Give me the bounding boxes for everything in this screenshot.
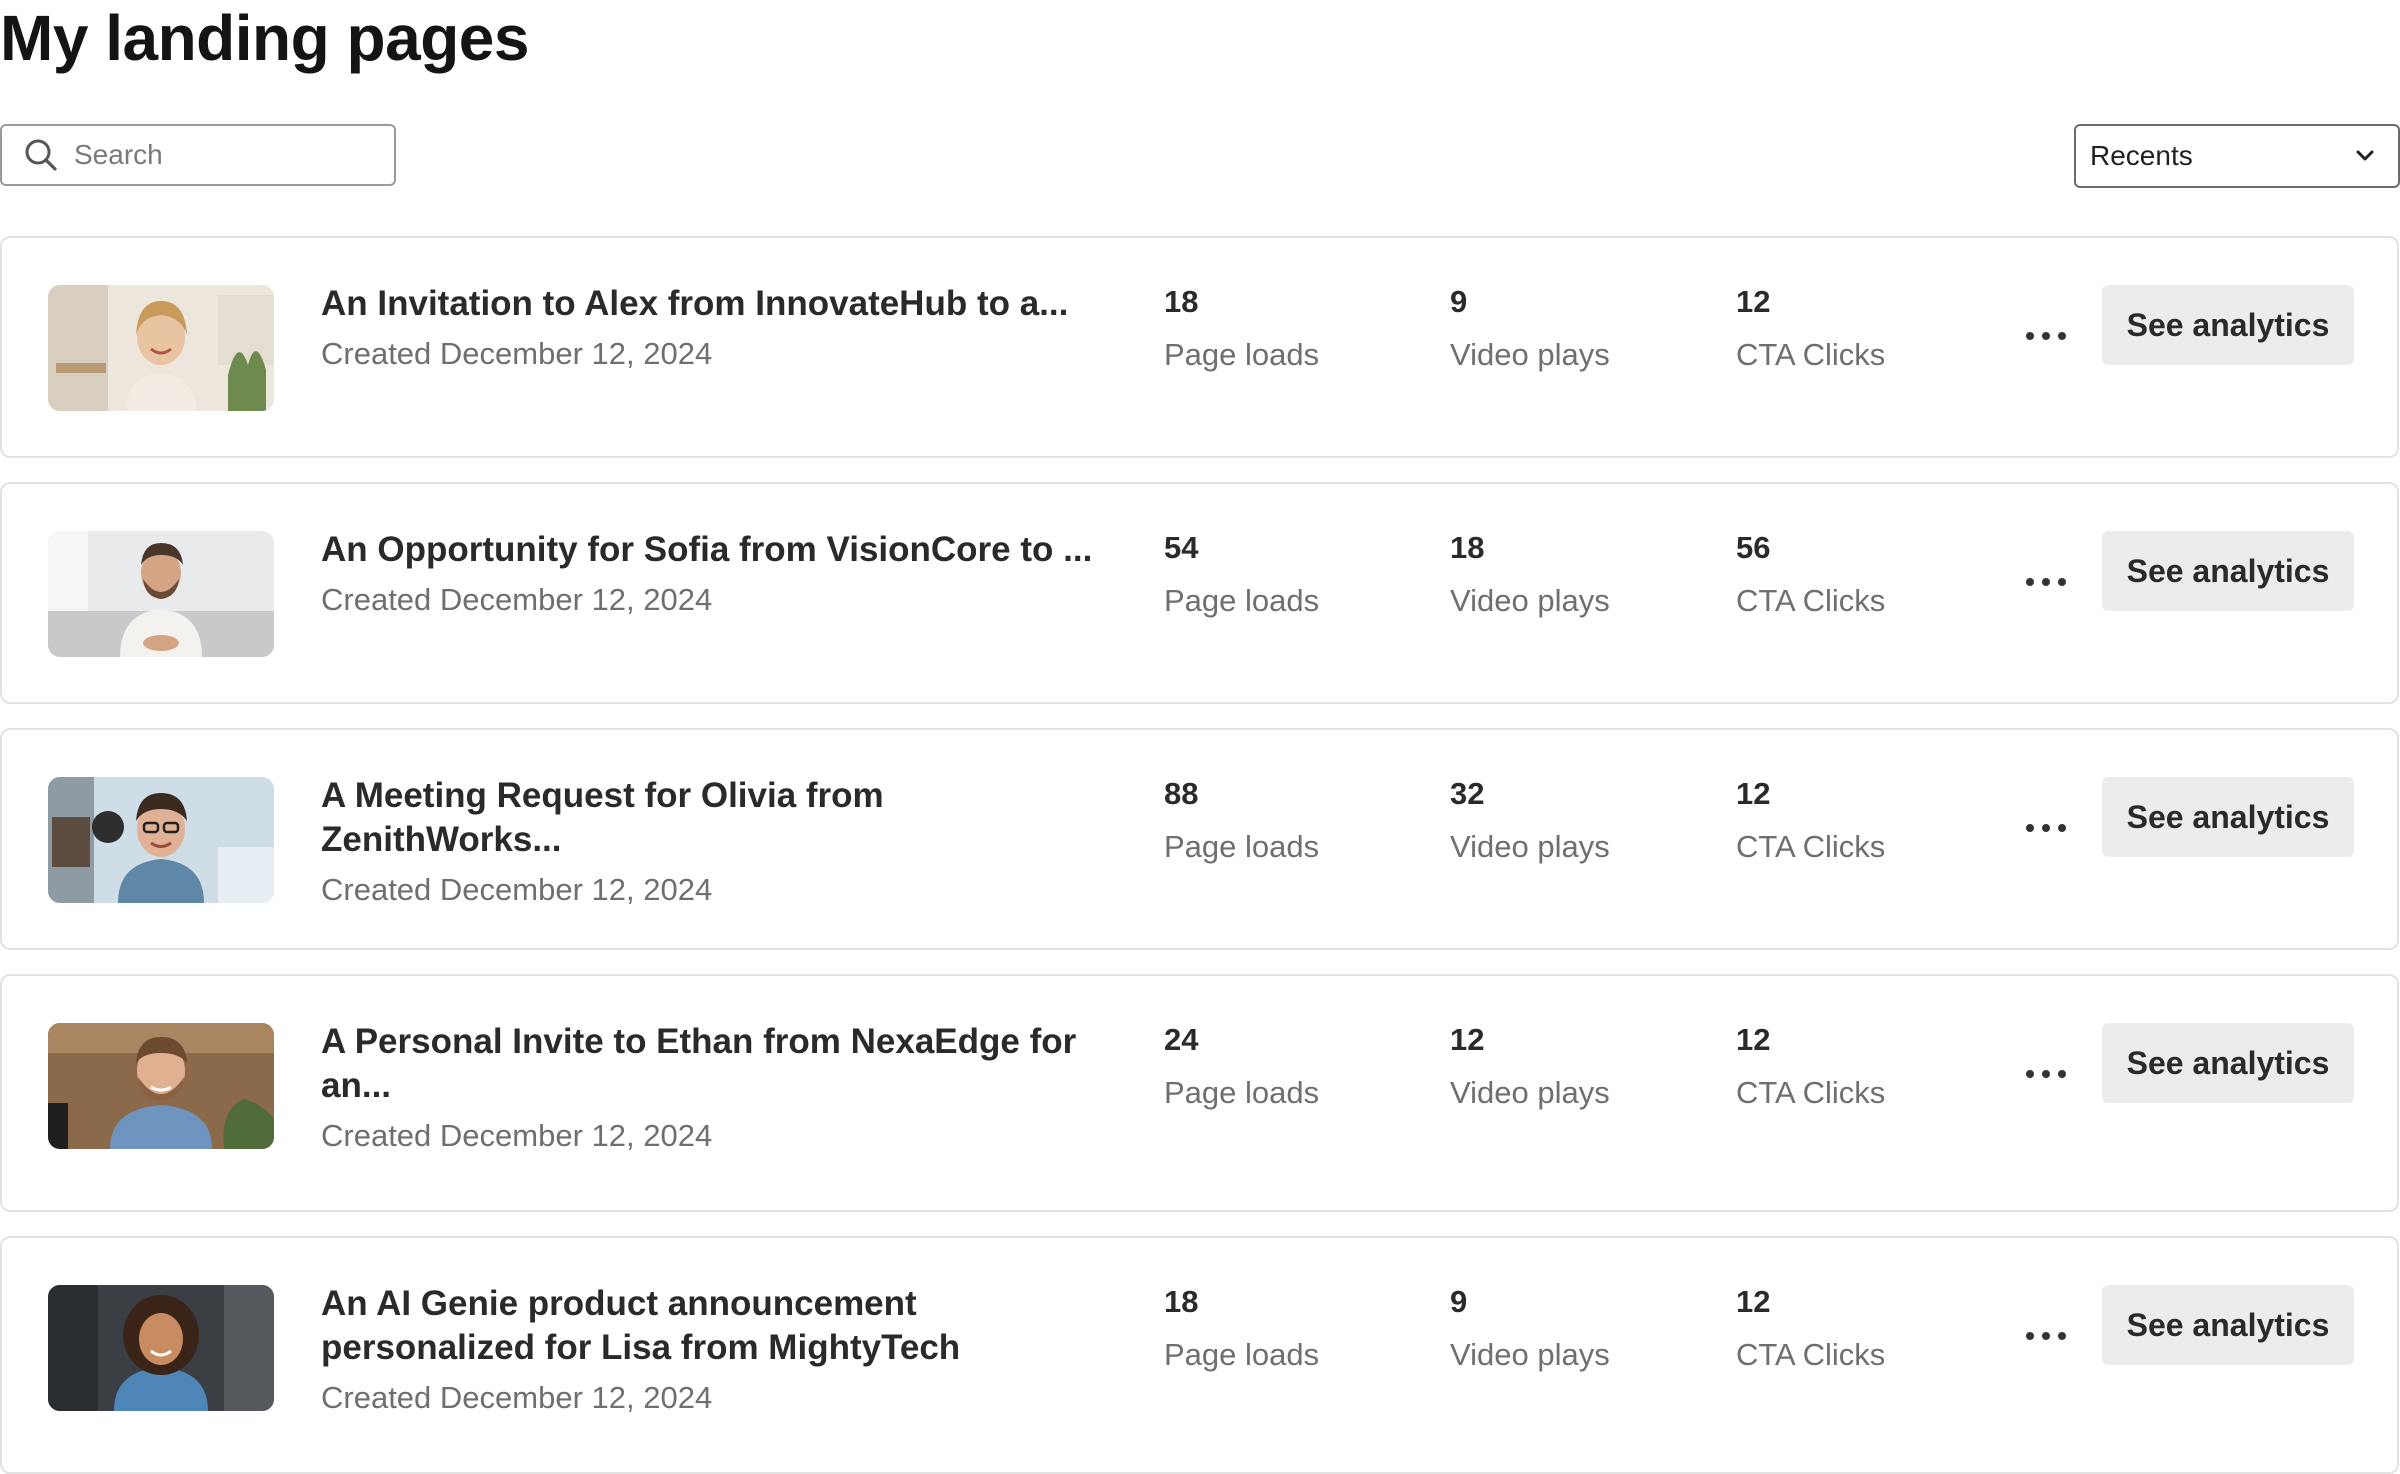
landing-page-card: A Personal Invite to Ethan from NexaEdge… xyxy=(0,974,2399,1212)
more-horizontal-icon[interactable] xyxy=(2026,570,2066,594)
stat-video-plays: 12 Video plays xyxy=(1450,1021,1610,1111)
landing-page-created-date: Created December 12, 2024 xyxy=(321,1118,713,1153)
stat-value: 24 xyxy=(1164,1022,1199,1057)
see-analytics-button[interactable]: See analytics xyxy=(2102,777,2354,857)
stat-video-plays: 9 Video plays xyxy=(1450,283,1610,373)
landing-page-thumbnail[interactable] xyxy=(48,777,274,903)
stat-video-plays: 18 Video plays xyxy=(1450,529,1610,619)
stat-label: CTA Clicks xyxy=(1736,1075,1886,1110)
stat-label: CTA Clicks xyxy=(1736,1337,1886,1372)
more-horizontal-icon[interactable] xyxy=(2026,1324,2066,1348)
stat-cta-clicks: 12 CTA Clicks xyxy=(1736,1021,1885,1111)
stat-video-plays: 32 Video plays xyxy=(1450,775,1610,865)
see-analytics-button[interactable]: See analytics xyxy=(2102,531,2354,611)
landing-page-created-date: Created December 12, 2024 xyxy=(321,336,713,371)
stat-page-loads: 54 Page loads xyxy=(1164,529,1319,619)
stat-value: 12 xyxy=(1736,1022,1771,1057)
stat-page-loads: 18 Page loads xyxy=(1164,283,1319,373)
stat-value: 12 xyxy=(1736,776,1771,811)
landing-page-title[interactable]: An AI Genie product announcement persona… xyxy=(321,1282,1121,1370)
stat-label: Video plays xyxy=(1450,829,1610,864)
landing-page-card: An Opportunity for Sofia from VisionCore… xyxy=(0,482,2399,704)
stat-label: Video plays xyxy=(1450,583,1610,618)
stat-cta-clicks: 12 CTA Clicks xyxy=(1736,283,1885,373)
stat-page-loads: 88 Page loads xyxy=(1164,775,1319,865)
stat-value: 9 xyxy=(1450,284,1468,319)
landing-page-title[interactable]: An Opportunity for Sofia from VisionCore… xyxy=(321,528,1121,572)
landing-page-card: An AI Genie product announcement persona… xyxy=(0,1236,2399,1474)
stat-label: Video plays xyxy=(1450,337,1610,372)
stat-page-loads: 18 Page loads xyxy=(1164,1283,1319,1373)
sort-selected-label: Recents xyxy=(2090,140,2193,171)
landing-page-created-date: Created December 12, 2024 xyxy=(321,582,713,617)
stat-value: 12 xyxy=(1736,284,1771,319)
search-field[interactable] xyxy=(0,124,396,186)
stat-label: Page loads xyxy=(1164,1075,1320,1110)
stat-cta-clicks: 56 CTA Clicks xyxy=(1736,529,1885,619)
stat-label: CTA Clicks xyxy=(1736,829,1886,864)
stat-cta-clicks: 12 CTA Clicks xyxy=(1736,775,1885,865)
more-horizontal-icon[interactable] xyxy=(2026,1062,2066,1086)
stat-label: CTA Clicks xyxy=(1736,583,1886,618)
stat-value: 56 xyxy=(1736,530,1771,565)
see-analytics-button[interactable]: See analytics xyxy=(2102,1285,2354,1365)
search-input[interactable] xyxy=(72,138,376,172)
stat-value: 9 xyxy=(1450,1284,1468,1319)
stat-value: 18 xyxy=(1164,1284,1199,1319)
search-icon xyxy=(25,139,57,171)
stat-cta-clicks: 12 CTA Clicks xyxy=(1736,1283,1885,1373)
landing-page-card: An Invitation to Alex from InnovateHub t… xyxy=(0,236,2399,458)
stat-value: 12 xyxy=(1736,1284,1771,1319)
landing-page-thumbnail[interactable] xyxy=(48,1023,274,1149)
stat-label: Page loads xyxy=(1164,583,1320,618)
landing-page-thumbnail[interactable] xyxy=(48,531,274,657)
stat-value: 12 xyxy=(1450,1022,1485,1057)
stat-value: 32 xyxy=(1450,776,1485,811)
stat-label: CTA Clicks xyxy=(1736,337,1886,372)
page-title: My landing pages xyxy=(0,2,529,74)
landing-page-title[interactable]: A Personal Invite to Ethan from NexaEdge… xyxy=(321,1020,1081,1108)
stat-label: Page loads xyxy=(1164,337,1320,372)
chevron-down-icon xyxy=(2356,150,2374,161)
landing-page-thumbnail[interactable] xyxy=(48,285,274,411)
stat-label: Video plays xyxy=(1450,1337,1610,1372)
stat-label: Video plays xyxy=(1450,1075,1610,1110)
see-analytics-button[interactable]: See analytics xyxy=(2102,1023,2354,1103)
landing-page-title[interactable]: An Invitation to Alex from InnovateHub t… xyxy=(321,282,1121,326)
landing-page-card: A Meeting Request for Olivia from Zenith… xyxy=(0,728,2399,950)
stat-value: 54 xyxy=(1164,530,1199,565)
more-horizontal-icon[interactable] xyxy=(2026,324,2066,348)
sort-dropdown[interactable]: Recents xyxy=(2074,124,2400,188)
stat-value: 88 xyxy=(1164,776,1199,811)
more-horizontal-icon[interactable] xyxy=(2026,816,2066,840)
stat-video-plays: 9 Video plays xyxy=(1450,1283,1610,1373)
stat-value: 18 xyxy=(1450,530,1485,565)
stat-label: Page loads xyxy=(1164,829,1320,864)
landing-page-created-date: Created December 12, 2024 xyxy=(321,1380,713,1415)
landing-page-created-date: Created December 12, 2024 xyxy=(321,872,713,907)
stat-label: Page loads xyxy=(1164,1337,1320,1372)
stat-value: 18 xyxy=(1164,284,1199,319)
see-analytics-button[interactable]: See analytics xyxy=(2102,285,2354,365)
stat-page-loads: 24 Page loads xyxy=(1164,1021,1319,1111)
landing-page-thumbnail[interactable] xyxy=(48,1285,274,1411)
landing-page-title[interactable]: A Meeting Request for Olivia from Zenith… xyxy=(321,774,1121,862)
